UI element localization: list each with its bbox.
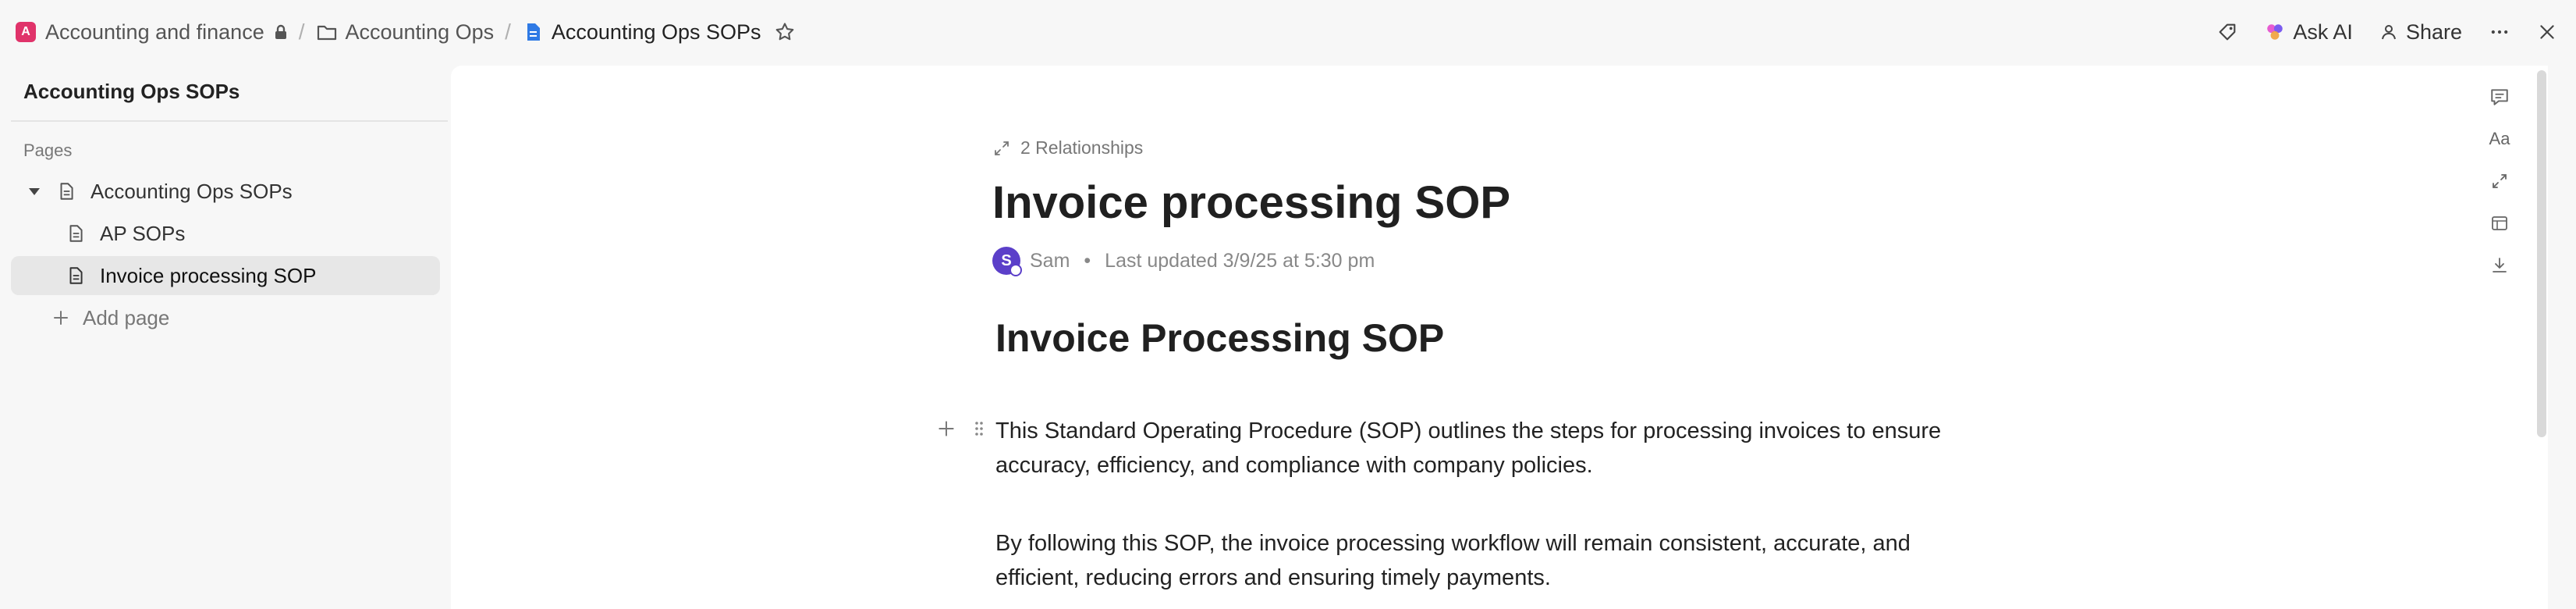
sidebar-item-label: Accounting Ops SOPs bbox=[90, 179, 293, 203]
doc-side-toolbar: Aa bbox=[2489, 87, 2510, 275]
page-icon bbox=[66, 265, 86, 286]
doc-icon bbox=[522, 21, 544, 43]
paragraph-summary[interactable]: By following this SOP, the invoice proce… bbox=[995, 526, 1978, 595]
sidebar-title: Accounting Ops SOPs bbox=[23, 80, 240, 103]
breadcrumb-separator: / bbox=[298, 20, 305, 44]
ask-ai-label: Ask AI bbox=[2293, 20, 2353, 44]
sidebar-divider bbox=[11, 120, 448, 122]
page-title[interactable]: Invoice processing SOP bbox=[992, 176, 1510, 229]
download-icon[interactable] bbox=[2489, 256, 2510, 275]
doc-meta: S Sam • Last updated 3/9/25 at 5:30 pm bbox=[992, 247, 1375, 276]
paragraph-line: By following this SOP, the invoice proce… bbox=[995, 531, 1911, 556]
ask-ai-button[interactable]: Ask AI bbox=[2265, 20, 2353, 45]
add-page-button[interactable]: Add page bbox=[11, 298, 440, 337]
breadcrumb-doc-label: Accounting Ops SOPs bbox=[551, 20, 761, 44]
tag-icon[interactable] bbox=[2216, 21, 2238, 43]
star-icon[interactable] bbox=[774, 21, 796, 43]
close-icon[interactable] bbox=[2537, 22, 2557, 42]
folder-icon bbox=[316, 21, 338, 43]
paragraph-line: accuracy, efficiency, and compliance wit… bbox=[995, 453, 1593, 478]
last-updated: Last updated 3/9/25 at 5:30 pm bbox=[1105, 249, 1375, 272]
drag-handle-icon[interactable] bbox=[974, 419, 985, 438]
sidebar-item-label: Invoice processing SOP bbox=[100, 263, 317, 287]
sidebar-item-invoice-processing-sop[interactable]: Invoice processing SOP bbox=[11, 256, 440, 295]
share-button[interactable]: Share bbox=[2379, 20, 2462, 45]
paragraph-line: This Standard Operating Procedure (SOP) … bbox=[995, 418, 1942, 443]
top-bar: A Accounting and finance / Accounting Op… bbox=[0, 0, 2576, 64]
share-label: Share bbox=[2405, 20, 2462, 44]
workspace-badge: A bbox=[16, 22, 36, 42]
plus-icon bbox=[51, 308, 70, 327]
author-name[interactable]: Sam bbox=[1030, 250, 1070, 272]
add-block-icon[interactable] bbox=[936, 418, 956, 439]
page-icon bbox=[66, 223, 86, 244]
comment-icon[interactable] bbox=[2489, 87, 2510, 106]
relationship-icon[interactable] bbox=[2489, 172, 2510, 191]
caret-down-icon[interactable] bbox=[25, 182, 44, 201]
sidebar-item-accounting-ops-sops[interactable]: Accounting Ops SOPs bbox=[11, 172, 440, 211]
lock-icon bbox=[274, 24, 288, 40]
breadcrumb-folder-label: Accounting Ops bbox=[345, 20, 495, 44]
sidebar-item-label: AP SOPs bbox=[100, 221, 186, 245]
text-format-icon[interactable]: Aa bbox=[2489, 129, 2510, 148]
scrollbar[interactable] bbox=[2535, 66, 2548, 609]
sidebar: Accounting Ops SOPs Pages Accounting Ops… bbox=[0, 64, 451, 609]
breadcrumb-workspace-label: Accounting and finance bbox=[45, 20, 264, 44]
layout-icon[interactable] bbox=[2489, 214, 2510, 233]
share-icon bbox=[2379, 23, 2398, 41]
ai-sparkle-icon bbox=[2265, 22, 2285, 42]
sidebar-item-ap-sops[interactable]: AP SOPs bbox=[11, 214, 440, 253]
breadcrumb-separator: / bbox=[505, 20, 511, 44]
breadcrumb-folder[interactable]: Accounting Ops bbox=[316, 20, 495, 45]
more-options-icon[interactable] bbox=[2489, 21, 2510, 43]
paragraph-intro[interactable]: This Standard Operating Procedure (SOP) … bbox=[995, 414, 1978, 483]
breadcrumb-workspace[interactable]: A Accounting and finance bbox=[16, 20, 288, 45]
paragraph-line: efficient, reducing errors and ensuring … bbox=[995, 565, 1551, 590]
breadcrumb-doc[interactable]: Accounting Ops SOPs bbox=[522, 20, 796, 45]
scrollbar-thumb[interactable] bbox=[2537, 70, 2546, 437]
relationship-icon bbox=[992, 139, 1011, 158]
doc-heading[interactable]: Invoice Processing SOP bbox=[995, 315, 1444, 361]
page-icon bbox=[56, 181, 76, 201]
meta-separator: • bbox=[1084, 249, 1091, 272]
block-tools bbox=[936, 418, 985, 439]
sidebar-section-label: Pages bbox=[23, 141, 73, 160]
relationships-link[interactable]: 2 Relationships bbox=[992, 137, 1143, 158]
avatar[interactable]: S bbox=[992, 247, 1022, 276]
add-page-label: Add page bbox=[83, 305, 170, 329]
relationships-label: 2 Relationships bbox=[1020, 137, 1144, 158]
